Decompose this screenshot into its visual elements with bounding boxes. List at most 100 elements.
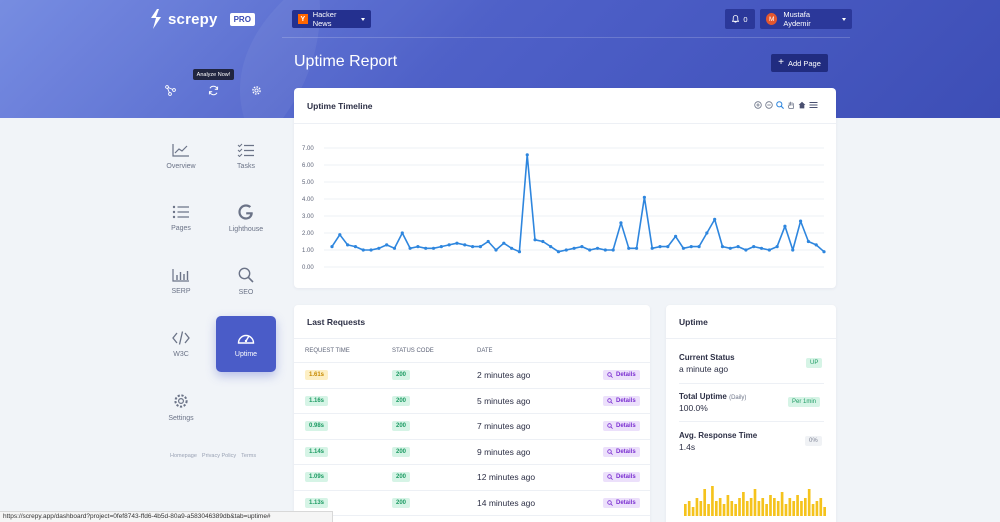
data-point[interactable]: [689, 245, 693, 249]
data-point[interactable]: [525, 153, 529, 157]
data-point[interactable]: [549, 245, 553, 249]
data-point[interactable]: [595, 246, 600, 250]
data-point[interactable]: [611, 248, 615, 252]
data-point[interactable]: [752, 245, 756, 249]
data-point[interactable]: [619, 221, 623, 225]
details-button[interactable]: Details: [603, 446, 640, 457]
data-point[interactable]: [642, 195, 646, 199]
data-point[interactable]: [713, 217, 717, 221]
data-point[interactable]: [814, 243, 818, 247]
data-point[interactable]: [338, 233, 342, 237]
data-point[interactable]: [416, 245, 420, 249]
sidebar-item-uptime[interactable]: Uptime: [216, 316, 276, 372]
data-point[interactable]: [697, 245, 701, 249]
data-point[interactable]: [533, 238, 537, 242]
data-point[interactable]: [377, 246, 381, 250]
sidebar-item-pages[interactable]: Pages: [151, 190, 211, 246]
data-point[interactable]: [744, 248, 748, 252]
add-page-button[interactable]: + Add Page: [771, 54, 828, 72]
data-point[interactable]: [666, 245, 670, 249]
data-point[interactable]: [447, 243, 451, 247]
data-point[interactable]: [517, 250, 522, 254]
zoom-out-icon[interactable]: [765, 101, 773, 109]
data-point[interactable]: [431, 246, 436, 250]
data-point[interactable]: [759, 246, 764, 250]
data-point[interactable]: [783, 224, 787, 228]
data-point[interactable]: [658, 245, 662, 249]
data-point[interactable]: [775, 245, 779, 249]
data-point[interactable]: [463, 243, 467, 247]
data-point[interactable]: [767, 248, 771, 252]
data-point[interactable]: [330, 245, 334, 249]
data-point[interactable]: [361, 248, 365, 252]
data-point[interactable]: [502, 241, 506, 245]
app-logo[interactable]: screpy PRO: [150, 9, 255, 29]
data-point[interactable]: [681, 246, 686, 250]
menu-icon[interactable]: [809, 101, 818, 109]
user-menu[interactable]: M Mustafa Aydemir: [760, 9, 852, 29]
home-icon[interactable]: [798, 101, 806, 109]
refresh-icon[interactable]: [208, 85, 219, 96]
details-button[interactable]: Details: [603, 497, 640, 508]
sidebar-item-seo[interactable]: SEO: [216, 253, 276, 309]
pan-hand-icon[interactable]: [787, 101, 795, 109]
data-point[interactable]: [674, 234, 678, 238]
data-point[interactable]: [486, 239, 490, 244]
sidebar-item-settings[interactable]: Settings: [151, 379, 211, 435]
zoom-in-icon[interactable]: [754, 101, 762, 109]
data-point[interactable]: [346, 243, 350, 247]
data-point[interactable]: [369, 248, 373, 252]
details-button[interactable]: Details: [603, 370, 640, 380]
gear-icon[interactable]: [251, 85, 262, 96]
sidebar-item-overview[interactable]: Overview: [151, 128, 211, 184]
status-code-badge: 200: [392, 497, 411, 508]
details-button[interactable]: Details: [603, 395, 640, 406]
total-uptime-sub: (Daily): [729, 395, 747, 401]
sidebar-item-serp[interactable]: SERP: [151, 253, 211, 309]
data-point[interactable]: [798, 219, 803, 223]
details-button[interactable]: Details: [603, 421, 640, 431]
data-point[interactable]: [455, 241, 459, 245]
data-point[interactable]: [580, 245, 584, 249]
sidebar-item-w3c[interactable]: W3C: [151, 316, 211, 372]
data-point[interactable]: [791, 248, 795, 252]
data-point[interactable]: [822, 250, 826, 254]
sidebar-item-tasks[interactable]: Tasks: [216, 128, 276, 184]
data-point[interactable]: [478, 245, 482, 249]
terms-link[interactable]: Terms: [241, 453, 256, 459]
details-button[interactable]: Details: [603, 472, 640, 482]
sidebar-item-lighthouse[interactable]: Lighthouse: [216, 190, 276, 246]
data-point[interactable]: [603, 248, 607, 252]
project-selector[interactable]: Y Hacker News: [292, 10, 371, 28]
current-status-label: Current Status: [679, 353, 735, 362]
homepage-link[interactable]: Homepage: [170, 453, 197, 459]
data-point[interactable]: [634, 246, 639, 250]
magnifier-icon[interactable]: [776, 101, 784, 109]
notifications-button[interactable]: 0: [725, 9, 755, 29]
data-point[interactable]: [806, 239, 810, 244]
data-point[interactable]: [510, 246, 514, 250]
data-point[interactable]: [408, 246, 412, 250]
privacy-policy-link[interactable]: Privacy Policy: [202, 453, 236, 459]
data-point[interactable]: [439, 245, 443, 249]
data-point[interactable]: [353, 245, 358, 249]
data-point[interactable]: [728, 246, 732, 250]
sidebar-footer-links: Homepage Privacy Policy Terms: [170, 453, 256, 459]
data-point[interactable]: [541, 239, 545, 244]
data-point[interactable]: [720, 245, 725, 249]
data-point[interactable]: [470, 245, 475, 249]
data-point[interactable]: [564, 248, 568, 252]
data-point[interactable]: [400, 231, 404, 235]
data-point[interactable]: [736, 245, 740, 249]
sitemap-icon[interactable]: [165, 85, 176, 96]
data-point[interactable]: [392, 246, 397, 250]
data-point[interactable]: [650, 246, 654, 250]
data-point[interactable]: [572, 246, 576, 250]
data-point[interactable]: [424, 246, 428, 250]
data-point[interactable]: [385, 243, 389, 247]
data-point[interactable]: [588, 248, 592, 252]
data-point[interactable]: [494, 248, 498, 252]
data-point[interactable]: [556, 250, 561, 254]
data-point[interactable]: [705, 231, 709, 235]
data-point[interactable]: [627, 246, 631, 250]
